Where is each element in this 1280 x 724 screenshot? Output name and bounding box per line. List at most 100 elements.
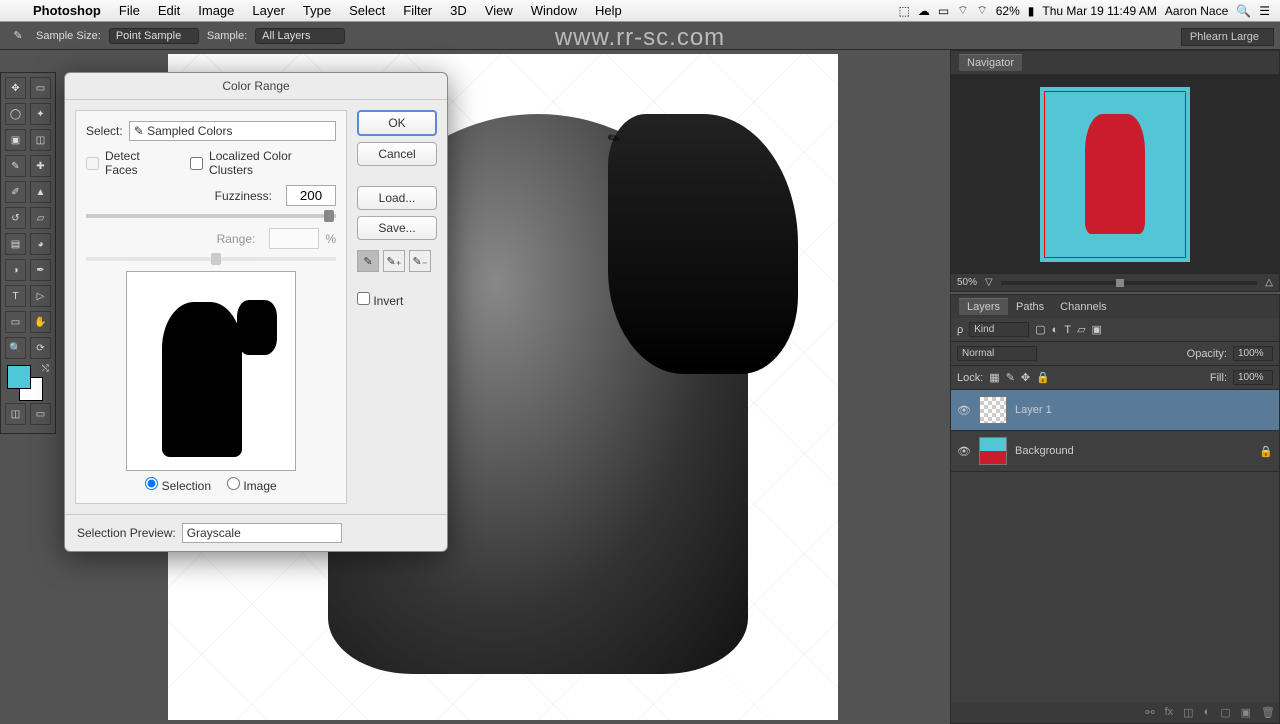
lock-pos-icon[interactable]: ✥ <box>1021 371 1030 384</box>
navigator-viewbox[interactable] <box>1044 91 1186 258</box>
lock-trans-icon[interactable]: ▦ <box>989 371 999 384</box>
rotate-tool[interactable]: ⟳ <box>30 337 51 359</box>
adjustment-icon[interactable]: ◐ <box>1204 706 1211 719</box>
eyedropper-icon[interactable]: ✎ <box>357 250 379 272</box>
visibility-icon[interactable]: 👁 <box>957 445 971 458</box>
menu-filter[interactable]: Filter <box>394 3 441 18</box>
zoom-out-icon[interactable]: ▽ <box>985 277 993 288</box>
battery-status[interactable]: 62% <box>996 4 1020 18</box>
menu-3d[interactable]: 3D <box>441 3 476 18</box>
layer-row[interactable]: 👁 Background 🔒 <box>951 431 1279 472</box>
record-icon[interactable]: ⬚ <box>899 4 910 18</box>
selection-preview[interactable] <box>126 271 296 471</box>
dodge-tool[interactable]: ◑ <box>5 259 26 281</box>
blur-tool[interactable]: ◕ <box>30 233 51 255</box>
cloud-icon[interactable]: ☁ <box>918 4 930 18</box>
display-icon[interactable]: ▭ <box>938 4 949 18</box>
fx-icon[interactable]: fx <box>1165 706 1174 719</box>
lock-paint-icon[interactable]: ✎ <box>1006 371 1015 384</box>
filter-adjust-icon[interactable]: ◐ <box>1052 324 1059 336</box>
app-menu[interactable]: Photoshop <box>24 3 110 18</box>
move-tool[interactable]: ✥ <box>5 77 26 99</box>
filter-type-icon[interactable]: T <box>1064 324 1071 336</box>
opacity-value[interactable]: 100% <box>1233 346 1273 361</box>
slice-tool[interactable]: ◫ <box>30 129 51 151</box>
link-icon[interactable]: ⚯ <box>1145 706 1154 719</box>
gradient-tool[interactable]: ▤ <box>5 233 26 255</box>
type-tool[interactable]: T <box>5 285 26 307</box>
navigator-thumbnail[interactable] <box>1040 87 1190 262</box>
layer-thumbnail[interactable] <box>979 437 1007 465</box>
eyedropper-plus-icon[interactable]: ✎₊ <box>383 250 405 272</box>
menu-edit[interactable]: Edit <box>149 3 189 18</box>
radio-selection[interactable]: Selection <box>145 477 211 493</box>
workspace-select[interactable]: Phlearn Large <box>1181 28 1274 46</box>
layer-name[interactable]: Background <box>1015 445 1074 457</box>
filter-smart-icon[interactable]: ▣ <box>1092 323 1102 336</box>
ok-button[interactable]: OK <box>357 110 437 136</box>
brush-tool[interactable]: ✐ <box>5 181 26 203</box>
wand-tool[interactable]: ✦ <box>30 103 51 125</box>
filter-shape-icon[interactable]: ▱ <box>1077 323 1085 336</box>
spotlight-icon[interactable]: 🔍 <box>1236 4 1251 18</box>
eyedropper-tool-icon[interactable]: ✎ <box>8 26 28 46</box>
group-icon[interactable]: ▢ <box>1220 706 1230 719</box>
localized-checkbox[interactable] <box>190 157 203 170</box>
filter-pixel-icon[interactable]: ▢ <box>1035 323 1045 336</box>
lasso-tool[interactable]: ◯ <box>5 103 26 125</box>
menu-view[interactable]: View <box>476 3 522 18</box>
foreground-color[interactable] <box>7 365 31 389</box>
quickmask-tool[interactable]: ◫ <box>5 403 26 425</box>
tab-paths[interactable]: Paths <box>1008 299 1052 315</box>
select-dropdown[interactable]: ✎ Sampled Colors <box>129 121 336 141</box>
zoom-value[interactable]: 50% <box>957 277 977 288</box>
lock-all-icon[interactable]: 🔒 <box>1036 371 1050 384</box>
zoom-tool[interactable]: 🔍 <box>5 337 26 359</box>
layer-name[interactable]: Layer 1 <box>1015 404 1052 416</box>
mask-icon[interactable]: ◫ <box>1183 706 1193 719</box>
tab-layers[interactable]: Layers <box>959 298 1008 315</box>
delete-icon[interactable]: 🗑 <box>1261 706 1275 719</box>
save-button[interactable]: Save... <box>357 216 437 240</box>
marquee-tool[interactable]: ▭ <box>30 77 51 99</box>
menu-extras-icon[interactable]: ☰ <box>1259 4 1270 18</box>
screenmode-tool[interactable]: ▭ <box>30 403 51 425</box>
menu-help[interactable]: Help <box>586 3 631 18</box>
layer-thumbnail[interactable] <box>979 396 1007 424</box>
healing-tool[interactable]: ✚ <box>30 155 51 177</box>
layer-row[interactable]: 👁 Layer 1 <box>951 390 1279 431</box>
pen-tool[interactable]: ✒ <box>30 259 51 281</box>
swap-colors-icon[interactable]: ⤭ <box>42 363 49 374</box>
menu-select[interactable]: Select <box>340 3 394 18</box>
zoom-in-icon[interactable]: △ <box>1265 277 1273 288</box>
stamp-tool[interactable]: ▲ <box>30 181 51 203</box>
crop-tool[interactable]: ▣ <box>5 129 26 151</box>
eraser-tool[interactable]: ▱ <box>30 207 51 229</box>
new-layer-icon[interactable]: ▣ <box>1241 706 1251 719</box>
shape-tool[interactable]: ▭ <box>5 311 26 333</box>
blend-mode-select[interactable]: Normal <box>957 346 1037 361</box>
radio-image[interactable]: Image <box>227 477 277 493</box>
menu-window[interactable]: Window <box>522 3 586 18</box>
user-name[interactable]: Aaron Nace <box>1165 4 1228 18</box>
invert-checkbox[interactable]: Invert <box>357 292 437 308</box>
menu-image[interactable]: Image <box>189 3 243 18</box>
fuzziness-input[interactable] <box>286 185 336 206</box>
menu-file[interactable]: File <box>110 3 149 18</box>
wifi-icon[interactable]: ⌔ <box>976 3 987 18</box>
eyedropper-tool[interactable]: ✎ <box>5 155 26 177</box>
hand-tool[interactable]: ✋ <box>30 311 51 333</box>
zoom-slider[interactable] <box>1001 281 1258 285</box>
filter-kind-select[interactable]: Kind <box>969 322 1029 337</box>
fuzziness-slider[interactable] <box>86 214 336 218</box>
navigator-tab[interactable]: Navigator <box>959 54 1022 71</box>
menu-type[interactable]: Type <box>294 3 340 18</box>
selection-preview-select[interactable]: Grayscale <box>182 523 342 543</box>
sample-size-select[interactable]: Point Sample <box>109 28 199 44</box>
history-brush-tool[interactable]: ↺ <box>5 207 26 229</box>
tab-channels[interactable]: Channels <box>1052 299 1114 315</box>
cancel-button[interactable]: Cancel <box>357 142 437 166</box>
path-tool[interactable]: ▷ <box>30 285 51 307</box>
menu-layer[interactable]: Layer <box>243 3 294 18</box>
eyedropper-minus-icon[interactable]: ✎₋ <box>409 250 431 272</box>
